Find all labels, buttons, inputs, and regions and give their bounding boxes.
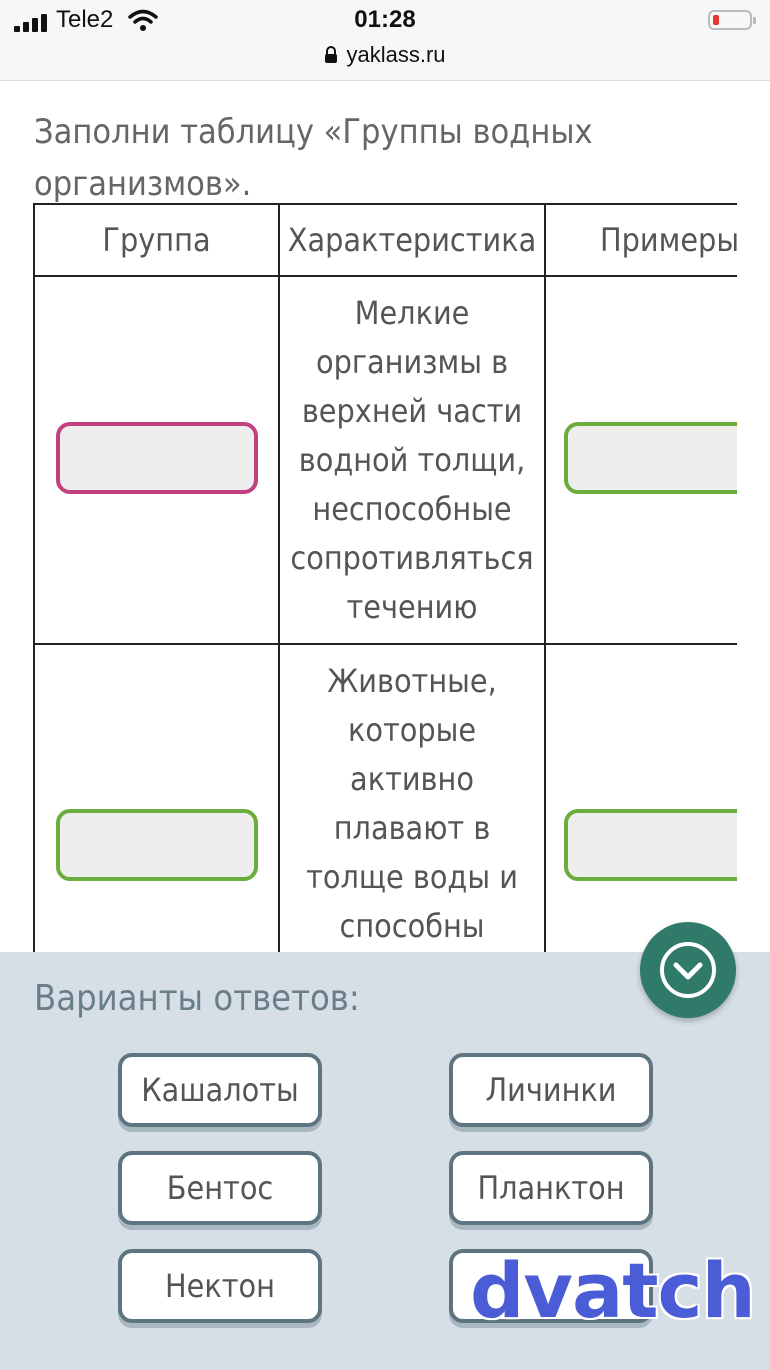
group-drop-slot[interactable] [55, 422, 258, 494]
examples-drop-slot[interactable] [564, 422, 737, 494]
table-row: Мелкие организмы в верхней части водной … [33, 275, 737, 645]
option-sperm-whales[interactable]: Кашалоты [118, 1053, 322, 1127]
group-cell [33, 643, 280, 963]
header-characteristic: Характеристика [278, 203, 546, 277]
option-larvae[interactable]: Личинки [449, 1053, 653, 1127]
examples-drop-slot[interactable] [564, 809, 737, 881]
examples-cell [544, 275, 737, 645]
clock: 01:28 [354, 6, 416, 33]
characteristic-cell: Мелкие организмы в верхней части водной … [278, 275, 546, 645]
group-drop-slot[interactable] [55, 809, 258, 881]
examples-cell [544, 643, 737, 963]
option-benthos[interactable]: Бентос [118, 1151, 322, 1225]
option-plankton[interactable]: Планктон [449, 1151, 653, 1225]
question-text: Заполни таблицу «Группы водных организмо… [34, 112, 593, 204]
characteristic-cell: Животные, которые активно плавают в толщ… [278, 643, 546, 963]
table-row: Животные, которые активно плавают в толщ… [33, 643, 737, 963]
url-text: yaklass.ru [346, 42, 446, 67]
collapse-panel-button[interactable] [640, 922, 736, 1018]
table-header-row: Группа Характеристика Примеры [33, 203, 737, 277]
group-cell [33, 275, 280, 645]
address-bar[interactable]: yaklass.ru [0, 42, 770, 70]
option-nekton[interactable]: Нектон [118, 1249, 322, 1323]
watermark: dvatch [470, 1246, 756, 1335]
header-examples: Примеры [544, 203, 737, 277]
lock-icon [324, 44, 338, 70]
groups-table: Группа Характеристика Примеры Мелкие орг… [33, 203, 737, 963]
status-bar: Tele2 01:28 yaklass.ru [0, 0, 770, 81]
battery-icon [708, 10, 756, 30]
header-group: Группа [33, 203, 280, 277]
answer-options-title: Варианты ответов: [34, 978, 360, 1019]
chevron-down-icon [660, 942, 716, 998]
